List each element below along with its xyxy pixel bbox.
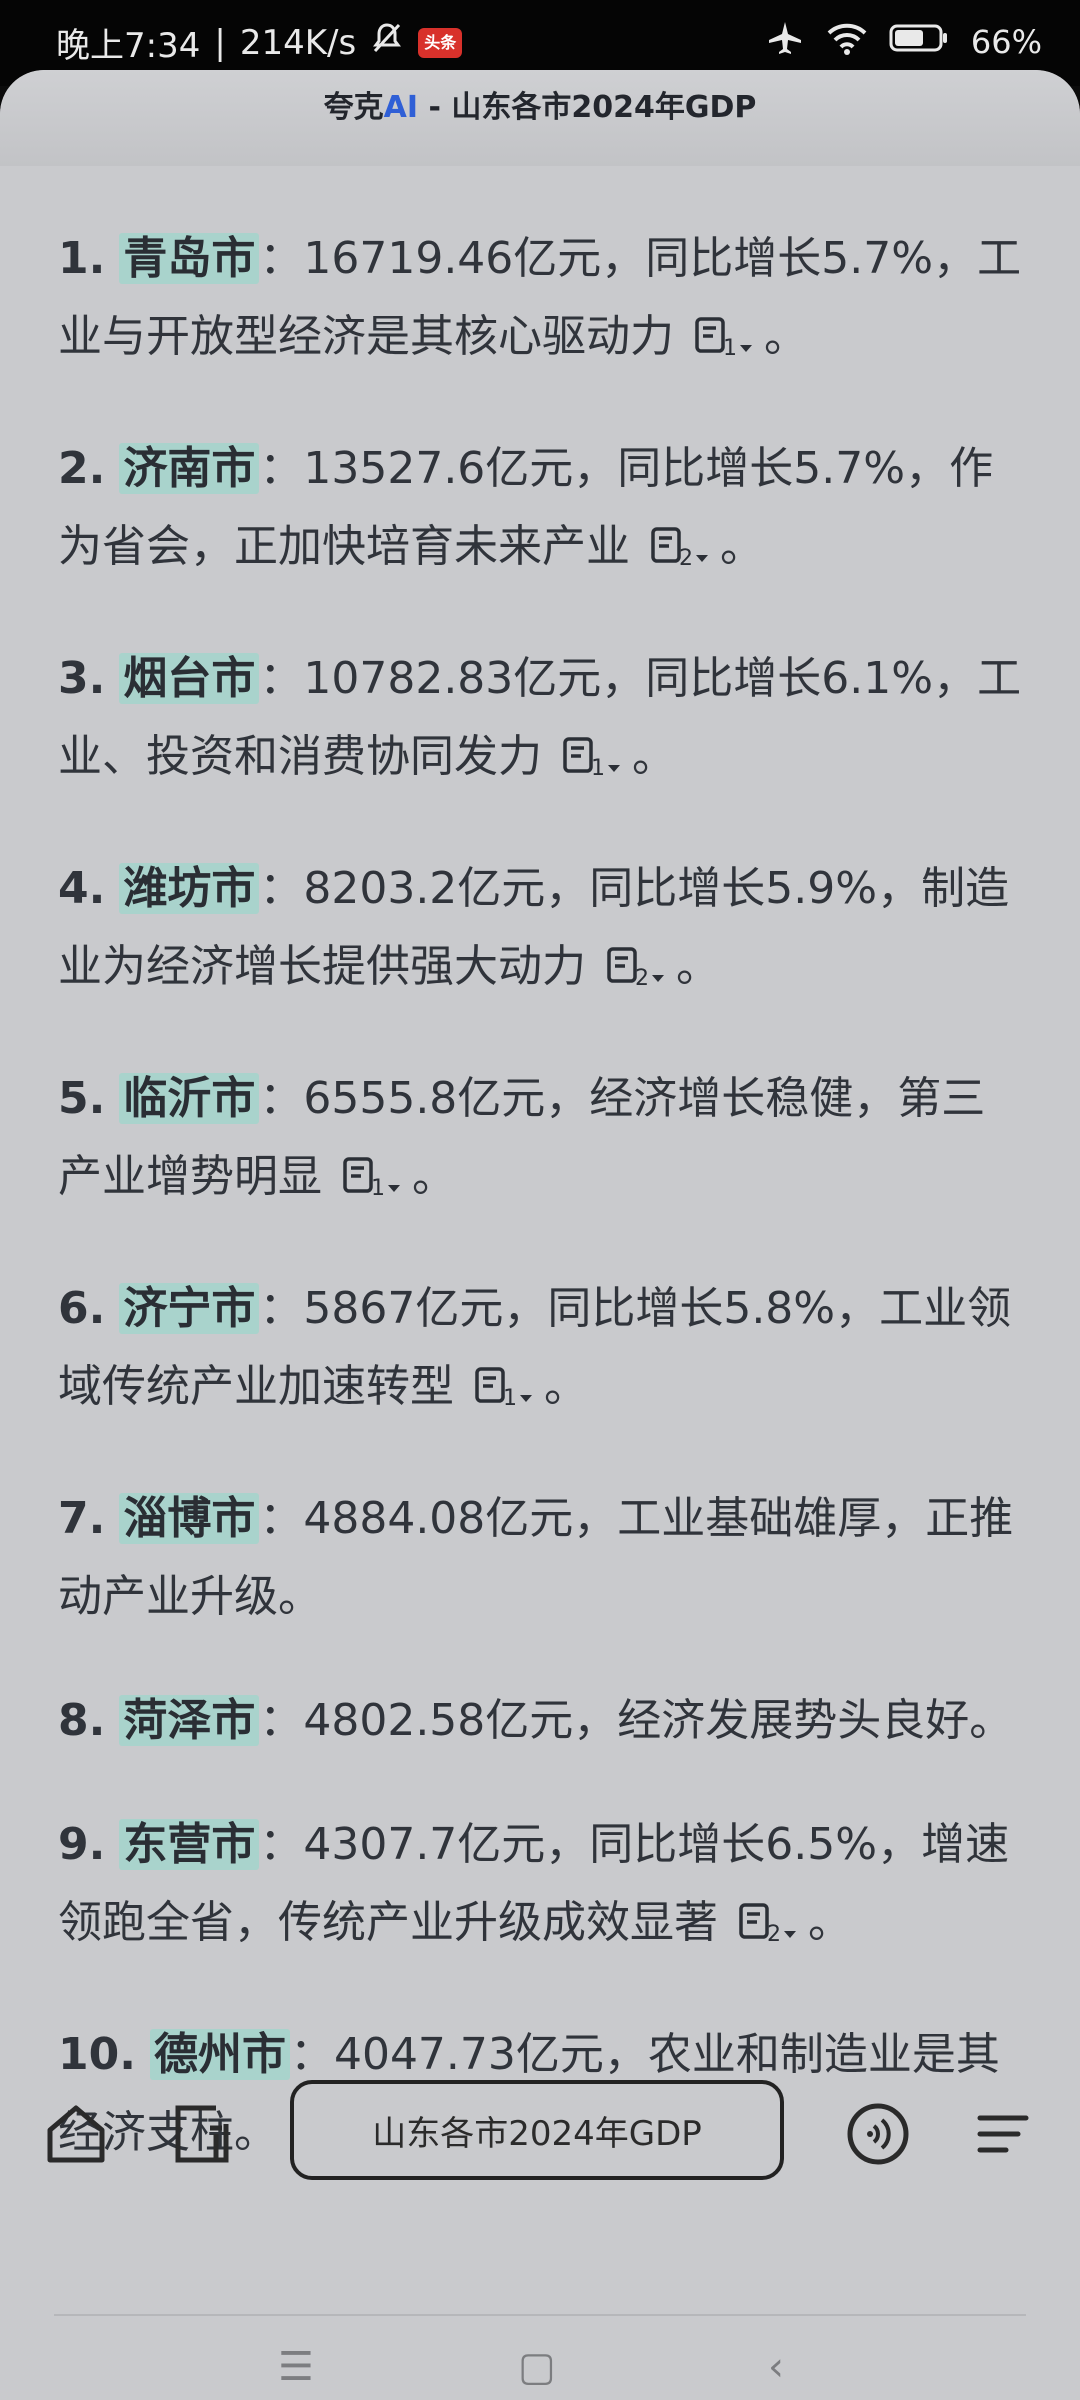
citation-ref-button[interactable]: 1: [694, 306, 758, 384]
tabs-icon[interactable]: [160, 2094, 240, 2174]
chat-sheet: 夸克AI - 山东各市2024年GDP 1. 青岛市：16719.46亿元，同比…: [0, 70, 1080, 2400]
citation-ref-button[interactable]: 1: [342, 1146, 406, 1224]
brand-ai: AI: [383, 90, 419, 125]
voice-icon[interactable]: [838, 2094, 918, 2174]
search-query-text: 山东各市2024年GDP: [372, 2113, 702, 2154]
svg-text:2: 2: [679, 546, 693, 569]
list-item: 2. 济南市：13527.6亿元，同比增长5.7%，作为省会，正加快培育未来产业…: [58, 430, 1028, 594]
recent-apps-icon[interactable]: ☰: [278, 2344, 314, 2390]
citation-ref-button[interactable]: 2: [738, 1892, 802, 1970]
system-navigation: ☰ ▢ ‹: [0, 2340, 1080, 2400]
item-number: 8.: [58, 1695, 106, 1746]
item-number: 6.: [58, 1283, 106, 1334]
svg-text:1: 1: [503, 1386, 517, 1409]
home-icon[interactable]: [36, 2094, 116, 2174]
network-speed: 214K/s: [239, 22, 357, 63]
brand-name: 夸克: [323, 90, 384, 125]
airplane-icon: [765, 18, 805, 66]
home-button-icon[interactable]: ▢: [518, 2344, 556, 2390]
toutiao-app-icon: 头条: [418, 27, 463, 58]
status-separator: |: [214, 22, 226, 63]
svg-text:1: 1: [591, 756, 605, 779]
item-number: 10.: [58, 2029, 136, 2080]
query-title: - 山东各市2024年GDP: [418, 90, 757, 125]
svg-text:2: 2: [635, 966, 649, 989]
item-number: 2.: [58, 443, 106, 494]
item-end: 。: [632, 731, 676, 782]
city-name: 菏泽市: [119, 1695, 260, 1746]
city-name: 德州市: [149, 2029, 290, 2080]
mute-bell-icon: [370, 21, 404, 64]
item-text: ：4802.58亿元，经济发展势头良好。: [259, 1695, 1014, 1746]
list-item: 4. 潍坊市：8203.2亿元，同比增长5.9%，制造业为经济增长提供强大动力 …: [58, 850, 1028, 1014]
list-item: 8. 菏泽市：4802.58亿元，经济发展势头良好。: [58, 1682, 1028, 1760]
city-name: 淄博市: [119, 1493, 260, 1544]
item-end: 。: [412, 1151, 456, 1202]
list-item: 1. 青岛市：16719.46亿元，同比增长5.7%，工业与开放型经济是其核心驱…: [58, 220, 1028, 384]
status-right: 66%: [765, 18, 1042, 66]
sheet-header: 夸克AI - 山东各市2024年GDP: [0, 70, 1080, 166]
battery-level: 66%: [970, 23, 1042, 61]
city-name: 烟台市: [119, 653, 260, 704]
list-item: 6. 济宁市：5867亿元，同比增长5.8%，工业领域传统产业加速转型 1 。: [58, 1270, 1028, 1434]
bottom-toolbar: 山东各市2024年GDP: [0, 2080, 1080, 2200]
item-number: 4.: [58, 863, 106, 914]
list-item: 5. 临沂市：6555.8亿元，经济增长稳健，第三产业增势明显 1 。: [58, 1060, 1028, 1224]
item-end: 。: [544, 1361, 588, 1412]
city-name: 济宁市: [119, 1283, 260, 1334]
wifi-icon: [827, 21, 867, 63]
citation-ref-button[interactable]: 1: [474, 1356, 538, 1434]
city-name: 青岛市: [119, 233, 260, 284]
item-end: 。: [676, 941, 720, 992]
item-end: 。: [720, 521, 764, 572]
item-number: 5.: [58, 1073, 106, 1124]
citation-ref-button[interactable]: 2: [650, 516, 714, 594]
item-number: 1.: [58, 233, 106, 284]
page-title: 夸克AI - 山东各市2024年GDP: [0, 82, 1080, 126]
city-name: 潍坊市: [119, 863, 260, 914]
svg-text:1: 1: [371, 1176, 385, 1199]
citation-ref-button[interactable]: 2: [606, 936, 670, 1014]
divider: [54, 2314, 1026, 2316]
city-name: 济南市: [119, 443, 260, 494]
status-left: 晚上7:34 | 214K/s 头条: [56, 18, 463, 67]
list-item: 7. 淄博市：4884.08亿元，工业基础雄厚，正推动产业升级。: [58, 1480, 1028, 1636]
list-item: 9. 东营市：4307.7亿元，同比增长6.5%，增速领跑全省，传统产业升级成效…: [58, 1806, 1028, 1970]
city-name: 东营市: [119, 1819, 260, 1870]
search-query-box[interactable]: 山东各市2024年GDP: [290, 2080, 784, 2180]
item-number: 3.: [58, 653, 106, 704]
status-time: 晚上7:34: [56, 26, 201, 66]
battery-icon: [889, 23, 949, 61]
menu-icon[interactable]: [962, 2094, 1042, 2174]
citation-ref-button[interactable]: 1: [562, 726, 626, 804]
city-name: 临沂市: [119, 1073, 260, 1124]
item-end: 。: [808, 1897, 852, 1948]
item-number: 7.: [58, 1493, 106, 1544]
back-icon[interactable]: ‹: [768, 2344, 784, 2390]
item-end: 。: [764, 311, 808, 362]
svg-text:2: 2: [767, 1922, 781, 1945]
svg-text:1: 1: [723, 336, 737, 359]
list-item: 3. 烟台市：10782.83亿元，同比增长6.1%，工业、投资和消费协同发力 …: [58, 640, 1028, 804]
answer-list: 1. 青岛市：16719.46亿元，同比增长5.7%，工业与开放型经济是其核心驱…: [58, 220, 1028, 2218]
item-number: 9.: [58, 1819, 106, 1870]
